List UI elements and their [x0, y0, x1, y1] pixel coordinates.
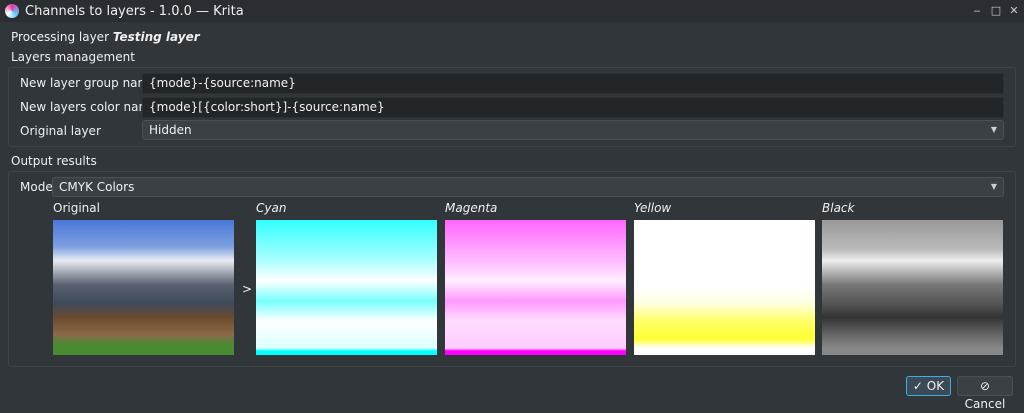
- color-name-input[interactable]: {mode}[{color:short}]-{source:name}: [142, 97, 1004, 118]
- group-name-label: New layer group name: [20, 76, 157, 90]
- cancel-icon: ⊘: [979, 379, 991, 393]
- original-layer-select[interactable]: Hidden ▼: [142, 120, 1004, 140]
- ok-button[interactable]: ✓ OK: [906, 376, 951, 396]
- mode-label: Mode: [20, 180, 53, 194]
- original-layer-value: Hidden: [149, 123, 192, 137]
- output-results-title: Output results: [11, 154, 97, 168]
- yellow-channel-image: [634, 220, 815, 355]
- ok-label: OK: [926, 379, 945, 393]
- processing-layer-name: Testing layer: [112, 30, 200, 44]
- minimize-icon[interactable]: ‒: [970, 4, 984, 18]
- original-layer-label: Original layer: [20, 124, 101, 138]
- magenta-caption: Magenta: [445, 201, 498, 215]
- group-name-input[interactable]: {mode}-{source:name}: [142, 73, 1004, 94]
- black-channel-image: [822, 220, 1003, 355]
- layers-management-title: Layers management: [11, 50, 135, 64]
- close-icon[interactable]: ✕: [1007, 4, 1021, 18]
- krita-logo-icon: [5, 4, 19, 18]
- cancel-button[interactable]: ⊘ Cancel: [957, 376, 1013, 411]
- cyan-caption: Cyan: [256, 201, 287, 215]
- mode-value: CMYK Colors: [59, 180, 135, 194]
- title-bar: Channels to layers - 1.0.0 — Krita ‒ □ ✕: [0, 0, 1024, 22]
- cancel-label: Cancel: [964, 397, 1006, 411]
- arrow-label: >: [242, 282, 253, 296]
- black-caption: Black: [822, 201, 855, 215]
- magenta-channel-image: [445, 220, 626, 355]
- processing-prefix: Processing layer: [11, 30, 109, 44]
- cyan-channel-image: [256, 220, 437, 355]
- mode-select[interactable]: CMYK Colors ▼: [52, 177, 1004, 197]
- check-icon: ✓: [912, 379, 923, 393]
- chevron-down-icon: ▼: [990, 125, 997, 134]
- processing-label: Processing layer Testing layer: [11, 30, 200, 44]
- window-title: Channels to layers - 1.0.0 — Krita: [25, 3, 244, 19]
- color-name-label: New layers color name: [20, 100, 158, 114]
- chevron-down-icon: ▼: [990, 182, 997, 191]
- original-caption: Original: [53, 201, 100, 215]
- original-image: [53, 220, 234, 355]
- yellow-caption: Yellow: [634, 201, 672, 215]
- maximize-icon[interactable]: □: [989, 4, 1003, 18]
